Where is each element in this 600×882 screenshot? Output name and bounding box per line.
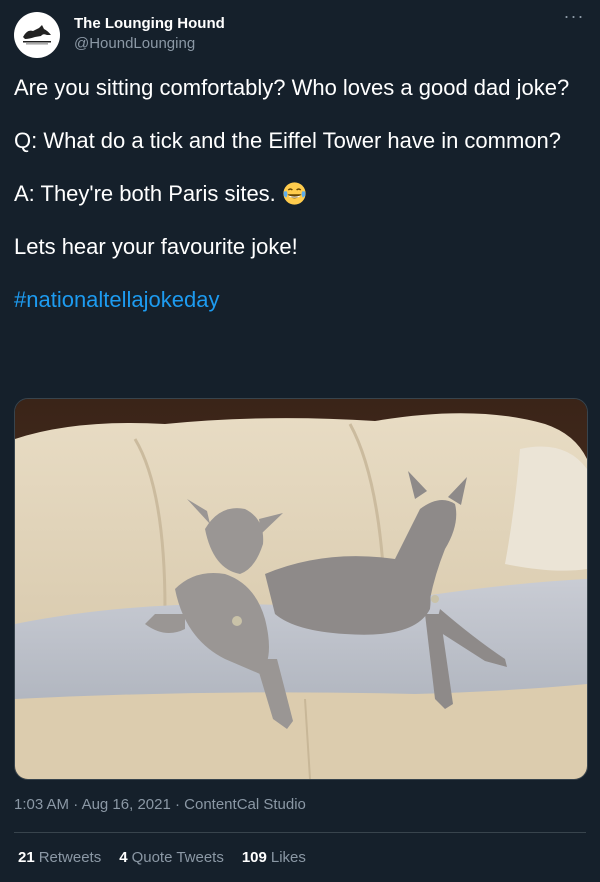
meta-separator: · bbox=[174, 796, 180, 813]
hashtag-link[interactable]: #nationaltellajokeday bbox=[14, 286, 574, 313]
avatar[interactable] bbox=[14, 12, 60, 58]
more-options-icon[interactable]: ··· bbox=[562, 7, 586, 28]
likes-label: Likes bbox=[270, 849, 306, 866]
tweet-paragraph-2: Q: What do a tick and the Eiffel Tower h… bbox=[14, 128, 562, 153]
quote-tweets-label: Quote Tweets bbox=[131, 849, 224, 866]
tweet-header: The Lounging Hound @HoundLounging ··· bbox=[14, 7, 586, 58]
tears-of-joy-emoji bbox=[283, 182, 306, 205]
retweets-stat[interactable]: 21 Retweets bbox=[18, 848, 101, 868]
retweets-label: Retweets bbox=[38, 849, 102, 866]
tweet-paragraph-1: Are you sitting comfortably? Who loves a… bbox=[14, 75, 570, 100]
tweet-metadata: 1:03 AM · Aug 16, 2021 · ContentCal Stud… bbox=[14, 795, 306, 815]
handle[interactable]: @HoundLounging bbox=[74, 34, 225, 54]
tweet-photo[interactable] bbox=[14, 398, 588, 780]
likes-stat[interactable]: 109 Likes bbox=[242, 848, 306, 868]
author-names: The Lounging Hound @HoundLounging bbox=[74, 14, 225, 54]
tweet-paragraph-4: Lets hear your favourite joke! bbox=[14, 234, 298, 259]
tweet-date[interactable]: Aug 16, 2021 bbox=[82, 796, 171, 813]
dog-logo-icon bbox=[23, 25, 51, 45]
quote-tweets-stat[interactable]: 4 Quote Tweets bbox=[119, 848, 224, 868]
tweet-source[interactable]: ContentCal Studio bbox=[184, 796, 306, 813]
tweet-paragraph-3-text: A: They're both Paris sites. bbox=[14, 181, 276, 206]
quote-tweets-count: 4 bbox=[119, 849, 128, 866]
retweets-count: 21 bbox=[18, 849, 35, 866]
meta-separator: · bbox=[73, 796, 79, 813]
tweet: The Lounging Hound @HoundLounging ··· Ar… bbox=[0, 0, 600, 882]
divider bbox=[14, 832, 586, 833]
tweet-time[interactable]: 1:03 AM bbox=[14, 796, 69, 813]
display-name[interactable]: The Lounging Hound bbox=[74, 14, 225, 34]
photo-two-greyhounds-on-sofa bbox=[15, 399, 587, 779]
engagement-stats: 21 Retweets 4 Quote Tweets 109 Likes bbox=[18, 848, 306, 868]
tweet-paragraph-3: A: They're both Paris sites. bbox=[14, 180, 574, 207]
tweet-text: Are you sitting comfortably? Who loves a… bbox=[14, 74, 574, 339]
likes-count: 109 bbox=[241, 849, 267, 866]
